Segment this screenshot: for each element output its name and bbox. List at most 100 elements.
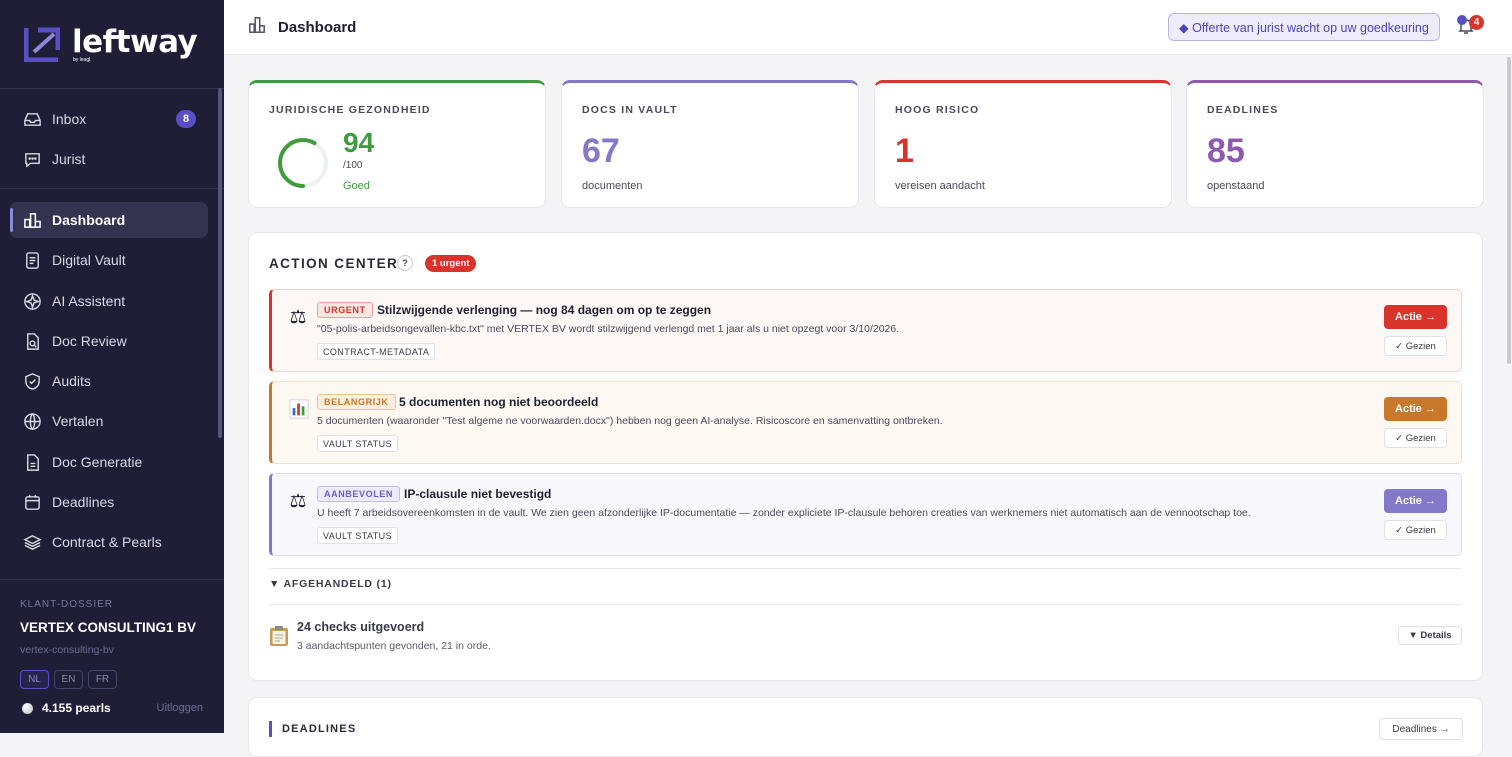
logout-link[interactable]: Uitloggen [157,702,203,714]
offer-approval-banner[interactable]: ◆ Offerte van jurist wacht op uw goedkeu… [1168,13,1440,41]
sidebar-item-inbox[interactable]: Inbox 8 [10,101,208,137]
client-slug: vertex-consulting-bv [20,644,114,656]
alert-source: CONTRACT-METADATA [317,343,436,360]
brand-name: leftway [72,24,198,60]
sidebar-item-label: AI Assistent [52,293,126,309]
notification-dot [1457,15,1467,25]
bar-chart-icon [289,399,309,419]
clipboard-icon [270,626,288,646]
sidebar-divider [0,188,224,189]
kpi-card-docs: DOCS IN VAULT 67 documenten [561,80,859,208]
language-switcher: NL EN FR [20,670,117,689]
chart-icon [24,212,41,228]
kpi-card-high-risk: HOOG RISICO 1 vereisen aandacht [874,80,1172,208]
alert-description: 5 documenten (waaronder "Test algeme ne … [317,415,943,427]
deadlines-section: DEADLINES Deadlines → [248,697,1483,757]
sidebar-item-label: Dashboard [52,212,126,228]
logo[interactable]: leftway [24,24,198,62]
sidebar-item-digital-vault[interactable]: Digital Vault [10,242,208,278]
alert-title: Stilzwijgende verlenging — nog 84 dagen … [377,303,712,317]
sidebar-item-ai-assistent[interactable]: AI Assistent [10,283,208,319]
layers-icon [23,534,42,550]
alert-tag: URGENT [317,302,373,318]
document-icon [26,251,39,269]
kpi-value: 1 [895,132,914,170]
health-max: /100 [343,160,363,171]
sidebar-item-contract-pearls[interactable]: Contract & Pearls [10,524,208,560]
review-icon [27,332,39,350]
brand-sub: by leagl [73,57,91,63]
file-icon [27,453,39,471]
checks-summary: 3 aandachtspunten gevonden, 21 in orde. [297,640,491,652]
kpi-value: 85 [1207,132,1245,170]
sidebar-item-doc-review[interactable]: Doc Review [10,323,208,359]
seen-button[interactable]: ✓ Gezien [1384,428,1447,448]
handled-toggle[interactable]: ▼ AFGEHANDELD (1) [269,578,392,590]
page-title: Dashboard [278,19,357,36]
details-button[interactable]: ▼ Details [1398,626,1462,645]
kpi-sub: openstaand [1207,180,1265,192]
kpi-card-health: JURIDISCHE GEZONDHEID 94 /100 Goed [248,80,546,208]
sidebar-item-label: Audits [52,373,91,389]
alert-tag: AANBEVOLEN [317,486,401,502]
sidebar-item-label: Contract & Pearls [52,534,162,550]
sidebar-item-vertalen[interactable]: Vertalen [10,403,208,439]
urgent-count-badge: 1 urgent [425,255,477,272]
calendar-icon [25,494,40,510]
health-gauge [278,138,328,188]
pearl-icon [22,702,33,714]
dashboard-icon [249,17,265,33]
sidebar-item-deadlines[interactable]: Deadlines [10,484,208,520]
sidebar-item-label: Jurist [52,151,86,167]
sidebar-divider [0,88,224,89]
health-score: 94 [343,127,375,158]
lang-en-button[interactable]: EN [54,670,83,689]
client-name: VERTEX CONSULTING1 BV [20,620,197,635]
alert-card-urgent: ⚖ URGENT Stilzwijgende verlenging — nog … [269,289,1462,372]
sidebar-scrollbar[interactable] [218,88,222,438]
sidebar-item-jurist[interactable]: Jurist [10,141,208,177]
divider [269,568,1462,569]
shield-icon [25,372,40,390]
deadlines-link-button[interactable]: Deadlines → [1379,718,1463,740]
kpi-card-deadlines: DEADLINES 85 openstaand [1186,80,1484,208]
client-label: KLANT-DOSSIER [20,599,114,610]
seen-button[interactable]: ✓ Gezien [1384,336,1447,356]
sidebar-item-label: Inbox [52,111,87,127]
leftway-logo-icon [24,27,60,62]
main-scrollbar[interactable] [1507,57,1511,364]
action-center: ACTION CENTER ? 1 urgent ⚖ URGENT Stilzw… [248,232,1483,681]
action-center-title: ACTION CENTER [269,256,399,271]
alert-description: "05-polis-arbeidsongevallen-kbc.txt" met… [317,323,900,335]
pearls-count: 4.155 pearls [42,701,111,715]
notification-count-badge: 4 [1469,15,1484,30]
alert-card-recommended: ⚖ AANBEVOLEN IP-clausule niet bevestigd … [269,473,1462,556]
pearls-balance: 4.155 pearls [22,701,111,715]
sidebar-item-label: Digital Vault [52,252,126,268]
sidebar-item-doc-generatie[interactable]: Doc Generatie [10,444,208,480]
kpi-sub: vereisen aandacht [895,180,985,192]
sidebar-item-label: Vertalen [52,413,104,429]
seen-button[interactable]: ✓ Gezien [1384,520,1447,540]
lang-fr-button[interactable]: FR [88,670,117,689]
health-status: Goed [343,180,370,192]
help-icon[interactable]: ? [397,255,413,271]
inbox-icon [24,112,41,126]
alert-title: 5 documenten nog niet beoordeeld [399,395,599,409]
action-button[interactable]: Actie → [1384,305,1447,329]
alert-title: IP-clausule niet bevestigd [404,487,552,501]
chat-icon [25,152,40,168]
sidebar-item-audits[interactable]: Audits [10,363,208,399]
deadlines-title: DEADLINES [269,721,356,737]
sidebar-item-dashboard[interactable]: Dashboard [10,202,208,238]
alert-card-important: BELANGRIJK 5 documenten nog niet beoorde… [269,381,1462,464]
alert-tag: BELANGRIJK [317,394,396,410]
action-button[interactable]: Actie → [1384,489,1447,513]
kpi-label: JURIDISCHE GEZONDHEID [269,104,431,116]
alert-source: VAULT STATUS [317,435,398,452]
lang-nl-button[interactable]: NL [20,670,49,689]
inbox-count-badge: 8 [176,110,196,128]
action-button[interactable]: Actie → [1384,397,1447,421]
client-panel: KLANT-DOSSIER VERTEX CONSULTING1 BV vert… [0,579,224,733]
top-bar: Dashboard ◆ Offerte van jurist wacht op … [224,0,1512,55]
